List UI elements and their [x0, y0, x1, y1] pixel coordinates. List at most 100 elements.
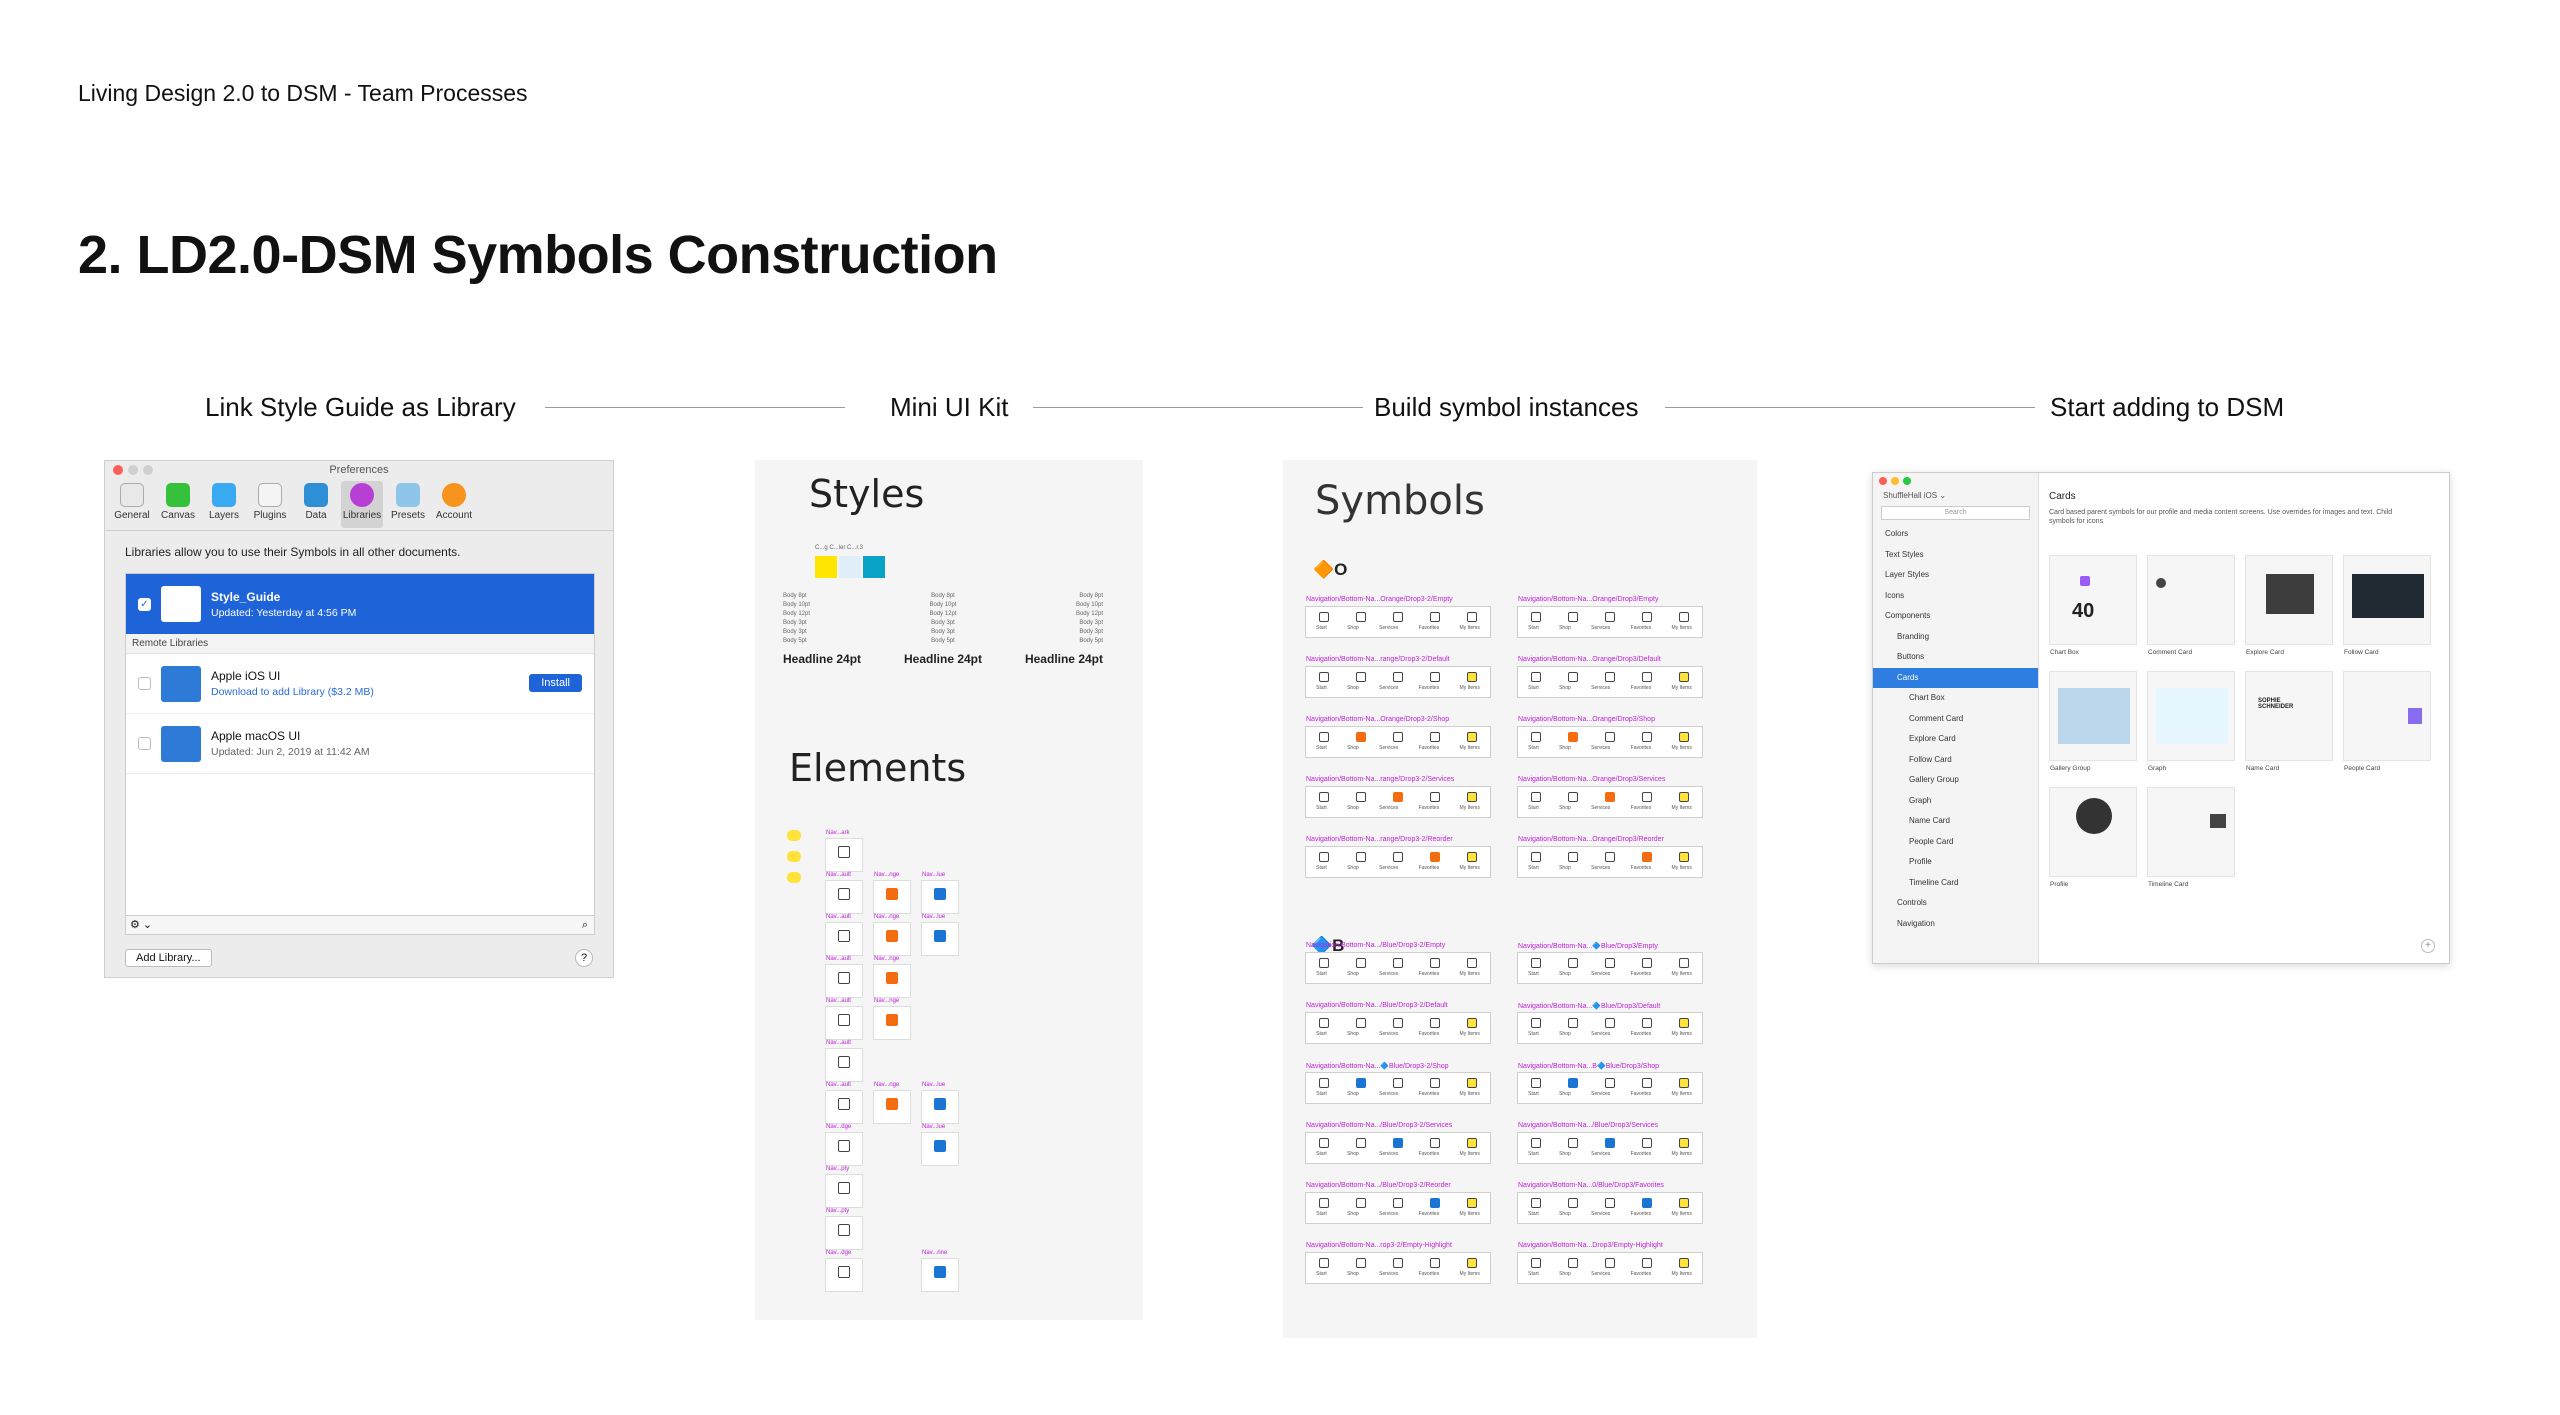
- symbol-instance[interactable]: Navigation/Bottom-Na...range/Drop3-2/Ser…: [1305, 776, 1491, 818]
- tab-layers[interactable]: Layers: [203, 481, 245, 528]
- add-library-button[interactable]: Add Library...: [125, 949, 212, 967]
- element-symbol[interactable]: Nav...ault: [825, 1040, 863, 1082]
- symbol-instance[interactable]: Navigation/Bottom-Na...rop3-2/Empty-High…: [1305, 1242, 1491, 1284]
- add-button[interactable]: +: [2421, 939, 2435, 953]
- element-symbol[interactable]: Nav...pty: [825, 1208, 863, 1250]
- tree-item[interactable]: Name Card: [1873, 811, 2038, 832]
- tree-item[interactable]: Buttons: [1873, 647, 2038, 668]
- tree-item[interactable]: Branding: [1873, 627, 2038, 648]
- tree-item[interactable]: Icons: [1873, 586, 2038, 607]
- element-symbol[interactable]: Nav...ault: [825, 914, 863, 956]
- tab-canvas[interactable]: Canvas: [157, 481, 199, 528]
- tree-item[interactable]: Components: [1873, 606, 2038, 627]
- element-symbol[interactable]: Nav...nge: [873, 998, 911, 1040]
- element-symbol[interactable]: Nav...ault: [825, 956, 863, 998]
- element-symbol[interactable]: Nav...nge: [873, 872, 911, 914]
- install-button[interactable]: Install: [529, 674, 582, 692]
- library-checkbox[interactable]: [138, 677, 151, 690]
- tab-general[interactable]: General: [111, 481, 153, 528]
- element-symbol[interactable]: Nav...nge: [873, 914, 911, 956]
- minimize-window-button[interactable]: [128, 465, 138, 475]
- symbol-instance[interactable]: Navigation/Bottom-Na...Orange/Drop3-2/Sh…: [1305, 716, 1491, 758]
- symbol-instance[interactable]: Navigation/Bottom-Na...range/Drop3-2/Def…: [1305, 656, 1491, 698]
- symbol-instance[interactable]: Navigation/Bottom-Na...Orange/Drop3/Defa…: [1517, 656, 1703, 698]
- search-input[interactable]: Search: [1881, 506, 2030, 520]
- symbol-instance[interactable]: Navigation/Bottom-Na...Orange/Drop3/Shop…: [1517, 716, 1703, 758]
- element-symbol[interactable]: Nav...dge: [825, 1250, 863, 1292]
- tree-item[interactable]: Controls: [1873, 893, 2038, 914]
- symbol-instance[interactable]: Navigation/Bottom-Na...🔷Blue/Drop3/Defau…: [1517, 1003, 1703, 1044]
- card-comment[interactable]: Comment Card: [2147, 555, 2235, 656]
- element-symbol[interactable]: Nav...lue: [921, 1082, 959, 1124]
- element-symbol[interactable]: Nav...lue: [921, 1124, 959, 1166]
- element-symbol[interactable]: Nav...rine: [921, 1250, 959, 1292]
- symbol-instance[interactable]: Navigation/Bottom-Na...Orange/Drop3/Empt…: [1517, 596, 1703, 638]
- library-style-guide[interactable]: ✓ Style_Guide Updated: Yesterday at 4:56…: [126, 574, 594, 634]
- tree-item[interactable]: Explore Card: [1873, 729, 2038, 750]
- gear-icon[interactable]: ⚙︎ ⌄: [130, 919, 152, 931]
- close-window-button[interactable]: [113, 465, 123, 475]
- tree-item[interactable]: Timeline Card: [1873, 873, 2038, 894]
- symbol-instance[interactable]: Navigation/Bottom-Na...🔷Blue/Drop3/Empty…: [1517, 943, 1703, 984]
- tree-item[interactable]: Text Styles: [1873, 545, 2038, 566]
- card-people[interactable]: People Card: [2343, 671, 2431, 772]
- tree-item[interactable]: Graph: [1873, 791, 2038, 812]
- element-symbol[interactable]: Nav...ark: [825, 830, 863, 872]
- tree-item[interactable]: Layer Styles: [1873, 565, 2038, 586]
- symbol-instance[interactable]: Navigation/Bottom-Na...0/Blue/Drop3/Favo…: [1517, 1182, 1703, 1224]
- minimize-window-button[interactable]: [1891, 477, 1899, 485]
- element-symbol[interactable]: Nav...lue: [921, 872, 959, 914]
- card-graph[interactable]: Graph: [2147, 671, 2235, 772]
- tree-item[interactable]: Gallery Group: [1873, 770, 2038, 791]
- library-enabled-checkbox[interactable]: ✓: [138, 597, 151, 611]
- tree-item[interactable]: People Card: [1873, 832, 2038, 853]
- symbol-instance[interactable]: Navigation/Bottom-Na.../Blue/Drop3-2/Reo…: [1305, 1182, 1491, 1224]
- tree-item[interactable]: Chart Box: [1873, 688, 2038, 709]
- symbol-instance[interactable]: Navigation/Bottom-Na...🔷Blue/Drop3-2/Sho…: [1305, 1063, 1491, 1104]
- card-follow[interactable]: Follow Card: [2343, 555, 2431, 656]
- symbol-instance[interactable]: Navigation/Bottom-Na.../Blue/Drop3-2/Emp…: [1305, 942, 1491, 984]
- tree-item[interactable]: Navigation: [1873, 914, 2038, 935]
- symbol-instance[interactable]: Navigation/Bottom-Na...range/Drop3-2/Reo…: [1305, 836, 1491, 878]
- card-timeline[interactable]: Timeline Card: [2147, 787, 2235, 888]
- tab-plugins[interactable]: Plugins: [249, 481, 291, 528]
- zoom-window-button[interactable]: [1903, 477, 1911, 485]
- symbol-instance[interactable]: Navigation/Bottom-Na...Drop3/Empty-Highl…: [1517, 1242, 1703, 1284]
- help-button[interactable]: ?: [575, 949, 593, 967]
- card-profile[interactable]: Profile: [2049, 787, 2137, 888]
- tab-presets[interactable]: Presets: [387, 481, 429, 528]
- search-icon[interactable]: ⌕: [582, 916, 588, 934]
- close-window-button[interactable]: [1879, 477, 1887, 485]
- tree-item[interactable]: Profile: [1873, 852, 2038, 873]
- tree-item[interactable]: Comment Card: [1873, 709, 2038, 730]
- card-name[interactable]: SOPHIE SCHNEIDER Name Card: [2245, 671, 2333, 772]
- symbol-instance[interactable]: Navigation/Bottom-Na...Orange/Drop3/Reor…: [1517, 836, 1703, 878]
- symbol-instance[interactable]: Navigation/Bottom-Na.../Blue/Drop3-2/Ser…: [1305, 1122, 1491, 1164]
- tab-account[interactable]: Account: [433, 481, 475, 528]
- element-symbol[interactable]: Nav...nge: [873, 1082, 911, 1124]
- tree-item[interactable]: Cards: [1873, 667, 2038, 688]
- card-explore[interactable]: Explore Card: [2245, 555, 2333, 656]
- symbol-instance[interactable]: Navigation/Bottom-Na.../Blue/Drop3/Servi…: [1517, 1122, 1703, 1164]
- library-checkbox[interactable]: [138, 737, 151, 750]
- library-apple-macos[interactable]: Apple macOS UI Updated: Jun 2, 2019 at 1…: [126, 714, 594, 774]
- element-symbol[interactable]: Nav...pty: [825, 1166, 863, 1208]
- tab-libraries[interactable]: Libraries: [341, 481, 383, 528]
- library-apple-ios[interactable]: Apple iOS UI Download to add Library ($3…: [126, 654, 594, 714]
- symbol-instance[interactable]: Navigation/Bottom-Na...Orange/Drop3-2/Em…: [1305, 596, 1491, 638]
- symbol-instance[interactable]: Navigation/Bottom-Na.../Blue/Drop3-2/Def…: [1305, 1002, 1491, 1044]
- element-symbol[interactable]: Nav...ault: [825, 1082, 863, 1124]
- symbol-instance[interactable]: Navigation/Bottom-Na...B🔷Blue/Drop3/Shop…: [1517, 1063, 1703, 1104]
- download-library-link[interactable]: Download to add Library ($3.2 MB): [211, 686, 374, 698]
- card-gallery-group[interactable]: Gallery Group: [2049, 671, 2137, 772]
- element-symbol[interactable]: Nav...dge: [825, 1124, 863, 1166]
- tab-data[interactable]: Data: [295, 481, 337, 528]
- tree-item[interactable]: Follow Card: [1873, 750, 2038, 771]
- tree-item[interactable]: Colors: [1873, 524, 2038, 545]
- project-selector[interactable]: ShuffleHall iOS ⌄: [1873, 489, 2038, 502]
- zoom-window-button[interactable]: [143, 465, 153, 475]
- element-symbol[interactable]: Nav...nge: [873, 956, 911, 998]
- element-symbol[interactable]: Nav...ault: [825, 872, 863, 914]
- element-symbol[interactable]: Nav...lue: [921, 914, 959, 956]
- element-symbol[interactable]: Nav...ault: [825, 998, 863, 1040]
